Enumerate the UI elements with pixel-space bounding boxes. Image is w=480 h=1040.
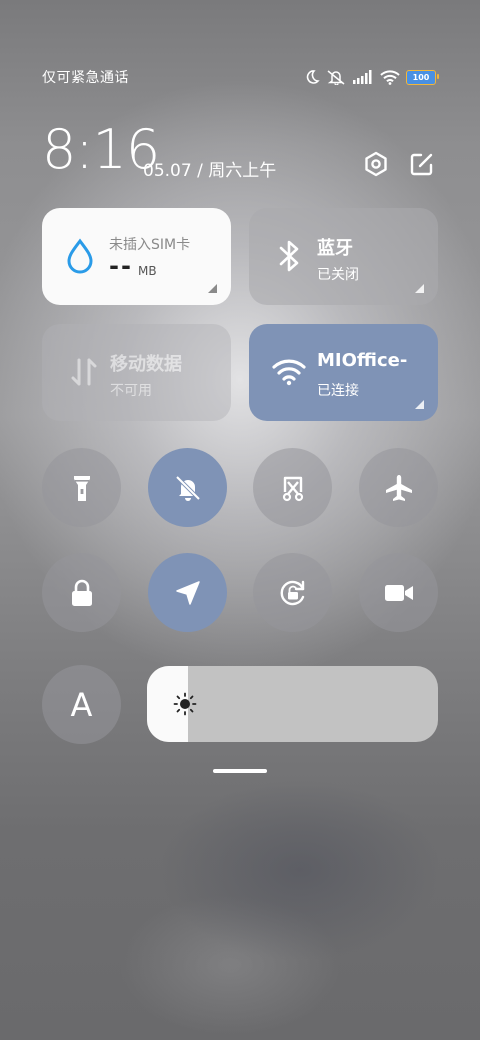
font-size-label: A bbox=[70, 685, 93, 724]
settings-icon[interactable] bbox=[362, 150, 390, 178]
scissors-screenshot-icon bbox=[282, 476, 303, 501]
lock-icon bbox=[71, 579, 92, 606]
data-usage-title: 未插入SIM卡 bbox=[109, 237, 191, 253]
data-usage-unit: MB bbox=[138, 264, 157, 278]
status-bar: 仅可紧急通话 100 bbox=[42, 66, 439, 88]
wifi-icon bbox=[380, 69, 400, 85]
airplane-toggle[interactable] bbox=[359, 448, 438, 527]
expand-corner-icon bbox=[415, 284, 424, 293]
expand-corner-icon bbox=[415, 400, 424, 409]
status-icons: 100 bbox=[304, 69, 439, 85]
airplane-icon bbox=[385, 474, 412, 501]
brightness-slider[interactable] bbox=[147, 666, 438, 742]
mobile-data-title: 移动数据 bbox=[110, 354, 182, 375]
flashlight-icon bbox=[73, 475, 90, 501]
mute-icon bbox=[327, 70, 345, 85]
flashlight-toggle[interactable] bbox=[42, 448, 121, 527]
wifi-title: MIOffice- bbox=[317, 350, 408, 371]
wifi-status: 已连接 bbox=[317, 383, 359, 399]
mute-toggle[interactable] bbox=[148, 448, 227, 527]
panel-drag-handle[interactable] bbox=[213, 769, 267, 773]
bluetooth-title: 蓝牙 bbox=[317, 238, 353, 259]
clock-time: 8:16 bbox=[42, 118, 160, 181]
mobile-data-status: 不可用 bbox=[110, 383, 152, 399]
data-arrows-icon bbox=[66, 354, 102, 390]
moon-icon bbox=[306, 70, 320, 84]
lock-toggle[interactable] bbox=[42, 553, 121, 632]
wifi-icon bbox=[271, 354, 307, 390]
mobile-data-tile[interactable]: 移动数据 不可用 bbox=[42, 324, 231, 421]
signal-icon bbox=[353, 70, 372, 84]
font-size-button[interactable]: A bbox=[42, 665, 121, 744]
mute-bell-icon bbox=[175, 475, 200, 501]
video-camera-icon bbox=[384, 584, 413, 601]
water-drop-icon bbox=[62, 238, 98, 274]
clock-date: 05.07 / 周六上午 bbox=[143, 161, 277, 181]
expand-corner-icon bbox=[208, 284, 217, 293]
sun-icon bbox=[173, 692, 197, 716]
edit-icon[interactable] bbox=[408, 150, 436, 178]
carrier-text: 仅可紧急通话 bbox=[42, 70, 129, 86]
data-usage-value: -- bbox=[109, 252, 133, 280]
bluetooth-status: 已关闭 bbox=[317, 267, 359, 283]
rotation-lock-icon bbox=[280, 580, 304, 605]
data-usage-tile[interactable]: 未插入SIM卡 -- MB bbox=[42, 208, 231, 305]
bluetooth-tile[interactable]: 蓝牙 已关闭 bbox=[249, 208, 438, 305]
location-arrow-icon bbox=[175, 580, 200, 605]
screen-record-toggle[interactable] bbox=[359, 553, 438, 632]
location-toggle[interactable] bbox=[148, 553, 227, 632]
screenshot-toggle[interactable] bbox=[253, 448, 332, 527]
wifi-tile[interactable]: MIOffice- 已连接 bbox=[249, 324, 438, 421]
battery-icon: 100 bbox=[406, 69, 439, 85]
rotation-lock-toggle[interactable] bbox=[253, 553, 332, 632]
bluetooth-icon bbox=[271, 238, 307, 274]
